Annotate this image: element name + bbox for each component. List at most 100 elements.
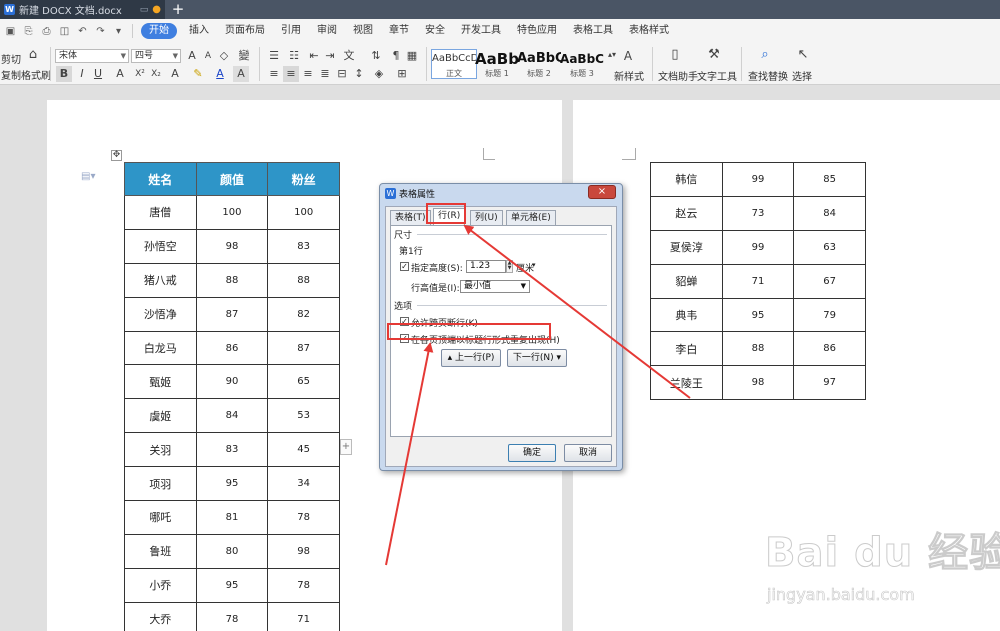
- cell-fans[interactable]: 53: [267, 398, 340, 434]
- cell-name[interactable]: 李白: [650, 331, 723, 367]
- bold-icon[interactable]: B: [56, 66, 72, 82]
- cell-fans[interactable]: 67: [793, 263, 866, 299]
- style-scroll-icon[interactable]: ▴▾: [604, 47, 620, 63]
- cell-fans[interactable]: 78: [267, 500, 340, 535]
- header-appearance[interactable]: 颜值: [195, 162, 269, 196]
- font-size-select[interactable]: 四号 ▼: [131, 49, 181, 63]
- previous-row-button[interactable]: ▴ 上一行(P): [441, 349, 501, 367]
- menu-insert[interactable]: 插入: [181, 19, 217, 43]
- style-heading-3[interactable]: AaBbC 标题 3: [559, 49, 605, 79]
- new-tab-button[interactable]: +: [168, 0, 188, 19]
- add-column-button[interactable]: +: [340, 439, 352, 455]
- cell-appearance[interactable]: 88: [721, 331, 795, 367]
- doc-assistant-button[interactable]: 文档助手: [658, 68, 698, 83]
- cell-fans[interactable]: 83: [267, 228, 340, 264]
- cell-appearance[interactable]: 84: [195, 398, 269, 434]
- decrease-indent-icon[interactable]: ⇤: [306, 48, 322, 64]
- cell-fans[interactable]: 97: [793, 365, 866, 401]
- cell-appearance[interactable]: 80: [195, 533, 269, 569]
- cell-fans[interactable]: 78: [267, 567, 340, 603]
- numbered-list-icon[interactable]: ☷: [286, 48, 302, 64]
- italic-icon[interactable]: I: [74, 66, 90, 82]
- document-tab[interactable]: W 新建 DOCX 文档.docx ▭ ●: [0, 0, 165, 19]
- menu-view[interactable]: 视图: [345, 19, 381, 43]
- cell-appearance[interactable]: 78: [195, 601, 269, 631]
- doc-assistant-icon[interactable]: ▯: [667, 47, 683, 63]
- cell-name[interactable]: 韩信: [650, 162, 723, 197]
- phonetic-icon[interactable]: 變: [236, 48, 252, 64]
- cell-appearance[interactable]: 100: [195, 195, 269, 230]
- cell-appearance[interactable]: 90: [195, 364, 269, 400]
- cell-appearance[interactable]: 95: [195, 466, 269, 502]
- cell-appearance[interactable]: 99: [721, 229, 795, 265]
- style-heading-2[interactable]: AaBbC 标题 2: [516, 49, 562, 79]
- style-normal[interactable]: AaBbCcDd 正文: [431, 49, 477, 79]
- save-icon[interactable]: ▣: [3, 24, 18, 39]
- clear-format-icon[interactable]: ◇: [216, 48, 232, 64]
- cell-name[interactable]: 猪八戒: [124, 262, 197, 298]
- cell-appearance[interactable]: 98: [195, 228, 269, 264]
- tab-cell[interactable]: 单元格(E): [506, 210, 556, 225]
- select-button[interactable]: 选择: [792, 68, 812, 83]
- format-painter-icon[interactable]: ⌂: [25, 47, 41, 63]
- grow-font-icon[interactable]: A: [184, 48, 200, 64]
- cell-name[interactable]: 典韦: [650, 297, 723, 333]
- cell-name[interactable]: 唐僧: [124, 195, 197, 230]
- export-icon[interactable]: ⎘: [21, 24, 36, 39]
- cut-button[interactable]: 剪切: [1, 51, 21, 66]
- menu-home[interactable]: 开始: [141, 23, 177, 39]
- cell-name[interactable]: 白龙马: [124, 330, 197, 366]
- cell-name[interactable]: 关羽: [124, 432, 197, 468]
- copy-button[interactable]: 复制: [1, 67, 21, 82]
- align-right-icon[interactable]: ≡: [300, 66, 316, 82]
- cell-appearance[interactable]: 86: [195, 330, 269, 366]
- cancel-button[interactable]: 取消: [564, 444, 612, 462]
- table-insert-icon[interactable]: ▦: [404, 48, 420, 64]
- cell-name[interactable]: 虞姬: [124, 398, 197, 434]
- show-hide-marks-icon[interactable]: ¶: [388, 48, 404, 64]
- menu-table-tools[interactable]: 表格工具: [565, 19, 621, 43]
- header-name[interactable]: 姓名: [124, 162, 197, 196]
- text-tools-icon[interactable]: ⚒: [706, 47, 722, 63]
- text-effect-icon[interactable]: A: [167, 66, 183, 82]
- chevron-down-icon[interactable]: ▾: [532, 261, 536, 269]
- cell-appearance[interactable]: 95: [721, 297, 795, 333]
- cell-fans[interactable]: 65: [267, 364, 340, 400]
- menu-review[interactable]: 审阅: [309, 19, 345, 43]
- increase-indent-icon[interactable]: ⇥: [322, 48, 338, 64]
- height-spinner-icon[interactable]: ▲ ▼: [506, 260, 513, 273]
- cell-appearance[interactable]: 87: [195, 296, 269, 332]
- underline-icon[interactable]: U: [90, 66, 106, 82]
- cell-fans[interactable]: 45: [267, 432, 340, 468]
- highlight-icon[interactable]: ✎: [190, 66, 206, 82]
- shrink-font-icon[interactable]: A: [200, 48, 216, 64]
- cell-fans[interactable]: 63: [793, 229, 866, 265]
- search-icon[interactable]: ⌕: [757, 47, 773, 63]
- menu-special-apps[interactable]: 特色应用: [509, 19, 565, 43]
- menu-table-style[interactable]: 表格样式: [621, 19, 677, 43]
- print-icon[interactable]: ⎙: [39, 24, 54, 39]
- cell-fans[interactable]: 84: [793, 195, 866, 231]
- new-style-icon[interactable]: A: [620, 48, 636, 64]
- cell-fans[interactable]: 85: [793, 162, 866, 197]
- strikethrough-icon[interactable]: A: [112, 66, 128, 82]
- char-shading-icon[interactable]: A: [233, 66, 249, 82]
- cell-appearance[interactable]: 98: [721, 365, 795, 401]
- chinese-layout-icon[interactable]: 文: [341, 48, 357, 64]
- cell-appearance[interactable]: 88: [195, 262, 269, 298]
- undo-icon[interactable]: ↶: [75, 24, 90, 39]
- close-button[interactable]: ×: [588, 185, 616, 199]
- line-spacing-icon[interactable]: ↕: [351, 66, 367, 82]
- cell-name[interactable]: 哪吒: [124, 500, 197, 535]
- cell-name[interactable]: 貂蝉: [650, 263, 723, 299]
- distribute-icon[interactable]: ⊟: [334, 66, 350, 82]
- window-restore-icon[interactable]: ▭: [140, 5, 149, 15]
- menu-security[interactable]: 安全: [417, 19, 453, 43]
- cell-appearance[interactable]: 73: [721, 195, 795, 231]
- cell-name[interactable]: 项羽: [124, 466, 197, 502]
- menu-chapter[interactable]: 章节: [381, 19, 417, 43]
- row-height-mode-select[interactable]: 最小值 ▼: [460, 280, 530, 293]
- next-row-button[interactable]: 下一行(N) ▾: [507, 349, 567, 367]
- dialog-title-bar[interactable]: W 表格属性 ×: [380, 184, 622, 204]
- cell-name[interactable]: 夏侯淳: [650, 229, 723, 265]
